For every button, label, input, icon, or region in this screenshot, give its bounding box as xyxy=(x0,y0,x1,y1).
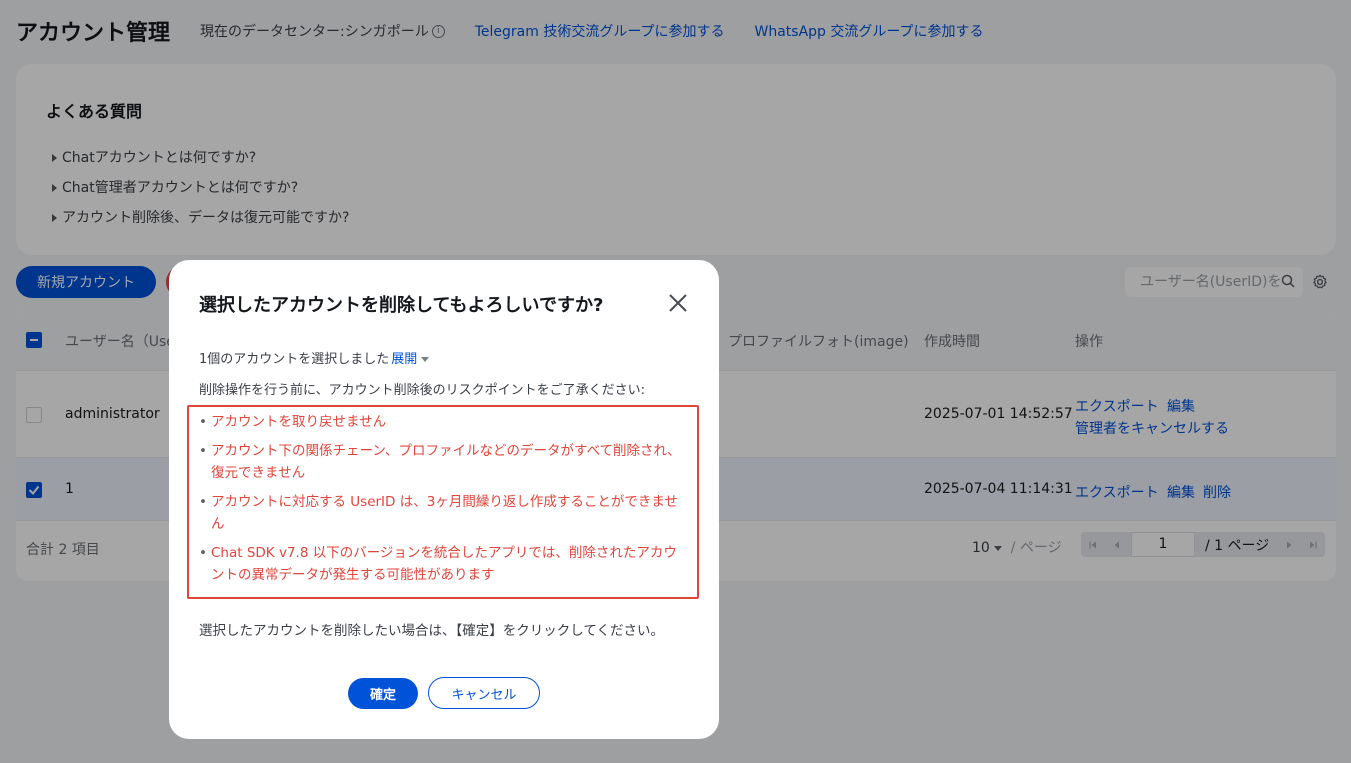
selected-count-text: 1個のアカウントを選択しました xyxy=(199,352,390,367)
dialog-title: 選択したアカウントを削除してもよろしいですか? xyxy=(199,295,604,316)
risk-item: アカウント下の関係チェーン、プロファイルなどのデータがすべて削除され、復元できま… xyxy=(199,440,689,484)
caret-down-icon[interactable] xyxy=(421,357,430,362)
risk-item: アカウントを取り戻せません xyxy=(199,411,689,433)
risk-item: アカウントに対応する UserID は、3ヶ月間繰り返し作成することができません xyxy=(199,491,689,535)
risk-item: Chat SDK v7.8 以下のバージョンを統合したアプリでは、削除されたアカ… xyxy=(199,542,689,586)
expand-link[interactable]: 展開 xyxy=(391,352,417,367)
selection-summary: 1個のアカウントを選択しました 展開 xyxy=(199,348,430,367)
risk-list: アカウントを取り戻せません アカウント下の関係チェーン、プロファイルなどのデータ… xyxy=(187,405,699,599)
risk-intro: 削除操作を行う前に、アカウント削除後のリスクポイントをご了承ください: xyxy=(199,383,645,398)
confirm-button[interactable]: 確定 xyxy=(348,678,418,709)
cancel-button[interactable]: キャンセル xyxy=(428,677,540,709)
delete-confirm-dialog: 選択したアカウントを削除してもよろしいですか? 1個のアカウントを選択しました展… xyxy=(169,260,719,739)
close-icon[interactable] xyxy=(667,292,689,314)
confirm-instruction: 選択したアカウントを削除したい場合は、【確定】をクリックしてください。 xyxy=(199,623,664,639)
